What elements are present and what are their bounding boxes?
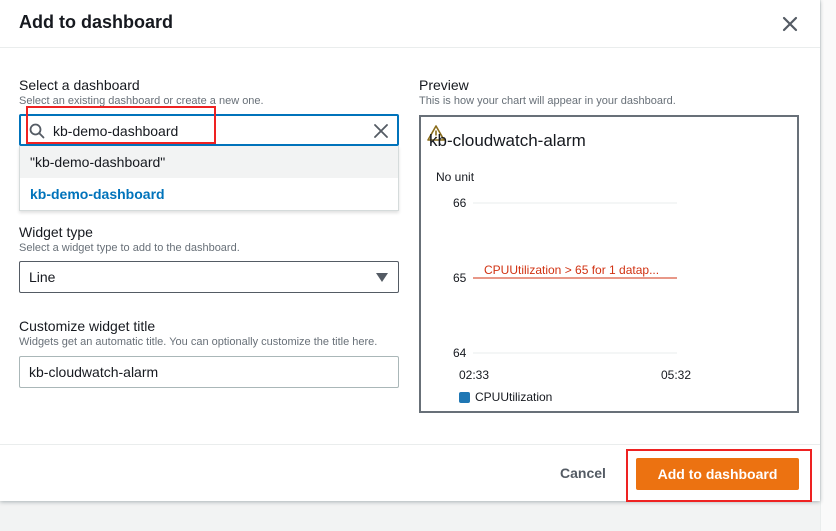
legend-swatch — [459, 391, 470, 403]
clear-icon[interactable] — [373, 123, 389, 139]
threshold-label: CPUUtilization > 65 for 1 datap... — [484, 263, 659, 277]
caret-down-icon — [376, 273, 388, 282]
widget-title-description: Widgets get an automatic title. You can … — [19, 336, 378, 348]
close-icon — [782, 16, 798, 32]
x-tick-label: 05:32 — [661, 368, 691, 382]
dashboard-select-label: Select a dashboard — [19, 77, 140, 93]
dashboard-search-input[interactable] — [53, 121, 363, 141]
widget-title-input[interactable] — [29, 362, 389, 382]
background-page-strip — [820, 0, 836, 531]
chart-legend: CPUUtilization — [459, 390, 552, 404]
widget-type-selected-value: Line — [29, 269, 56, 285]
preview-label: Preview — [419, 77, 469, 93]
add-to-dashboard-button[interactable]: Add to dashboard — [636, 458, 799, 490]
widget-title-label: Customize widget title — [19, 318, 156, 334]
widget-title-field[interactable] — [19, 356, 399, 388]
y-tick-label: 65 — [453, 271, 467, 285]
widget-title-block: Customize widget title Widgets get an au… — [19, 317, 399, 388]
widget-type-select[interactable]: Line — [19, 261, 399, 293]
dashboard-select-block: Select a dashboard Select an existing da… — [19, 76, 399, 211]
y-tick-label: 66 — [453, 196, 467, 210]
preview-description: This is how your chart will appear in yo… — [419, 95, 676, 107]
x-tick-label: 02:33 — [459, 368, 489, 382]
add-to-dashboard-modal: Add to dashboard Select a dashboard Sele… — [0, 0, 820, 502]
widget-type-block: Widget type Select a widget type to add … — [19, 223, 399, 293]
search-icon — [29, 123, 45, 139]
modal-title: Add to dashboard — [19, 12, 173, 32]
modal-footer: Cancel Add to dashboard — [0, 444, 820, 502]
line-chart: 66 65 64 CPUUtilization > 65 for 1 datap...… — [453, 196, 691, 382]
legend-series-label: CPUUtilization — [475, 390, 553, 404]
dashboard-select-description: Select an existing dashboard or create a… — [19, 95, 264, 107]
dropdown-option-existing[interactable]: kb-demo-dashboard — [20, 178, 398, 210]
dashboard-search-field[interactable] — [19, 106, 399, 146]
dashboard-dropdown-list: "kb-demo-dashboard" kb-demo-dashboard — [19, 146, 399, 211]
preview-block: Preview This is how your chart will appe… — [419, 76, 801, 413]
y-tick-label: 64 — [453, 346, 467, 360]
widget-type-description: Select a widget type to add to the dashb… — [19, 242, 240, 254]
widget-type-label: Widget type — [19, 224, 93, 240]
preview-chart-frame: kb-cloudwatch-alarm No unit 66 65 64 CPUUti… — [419, 115, 799, 413]
close-button[interactable] — [780, 14, 800, 34]
modal-header: Add to dashboard — [0, 0, 820, 48]
dropdown-option-create-new[interactable]: "kb-demo-dashboard" — [20, 146, 398, 178]
cancel-button[interactable]: Cancel — [560, 465, 606, 481]
